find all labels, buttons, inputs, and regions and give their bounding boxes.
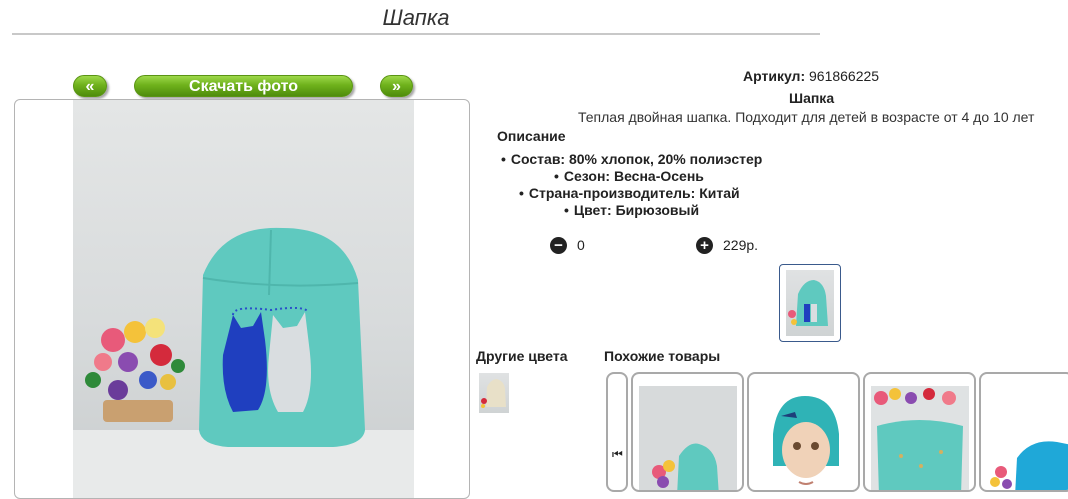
spec-item: • Состав: 80% хлопок, 20% полиэстер: [501, 151, 763, 167]
next-photo-button[interactable]: »: [380, 75, 413, 97]
skip-back-icon: ⏮: [612, 447, 623, 461]
other-color-thumbnail[interactable]: [479, 373, 509, 413]
other-colors-heading: Другие цвета: [476, 348, 568, 364]
spec-item: • Цвет: Бирюзовый: [564, 202, 700, 218]
page-title: Шапка: [382, 5, 450, 30]
hat-photo-illustration: [73, 227, 414, 498]
spec-text: Цвет: Бирюзовый: [573, 202, 700, 218]
spec-item: • Страна-производитель: Китай: [519, 185, 740, 201]
quantity-control: −0: [550, 235, 585, 254]
spec-text: Сезон: Весна-Осень: [563, 168, 704, 184]
similar-product-card[interactable]: [863, 372, 976, 492]
spec-text: Состав: 80% хлопок, 20% полиэстер: [510, 151, 763, 167]
spec-text: Страна-производитель: Китай: [528, 185, 740, 201]
minus-icon[interactable]: −: [550, 236, 567, 254]
title-divider: [12, 33, 820, 35]
similar-product-card[interactable]: [979, 372, 1068, 492]
price: 229р.: [723, 237, 759, 254]
similar-product-image: [755, 386, 853, 490]
similar-products-heading: Похожие товары: [604, 348, 721, 364]
photo-frame: [14, 99, 470, 499]
other-color-image: [481, 379, 506, 408]
quantity-value: 0: [577, 237, 585, 254]
similar-product-image: [639, 386, 737, 490]
plus-icon[interactable]: +: [696, 236, 713, 254]
selected-photo-thumbnail[interactable]: [779, 264, 841, 342]
similar-product-image: [871, 386, 969, 490]
carousel-prev-button[interactable]: ⏮: [606, 372, 628, 492]
sku: Артикул: 961866225: [743, 68, 879, 84]
similar-product-card[interactable]: [747, 372, 860, 492]
product-short-description: Теплая двойная шапка. Подходит для детей…: [578, 109, 1035, 125]
thumbnail-hat-image: [788, 280, 828, 326]
sku-label: Артикул:: [743, 68, 806, 84]
description-heading: Описание: [497, 128, 566, 144]
prev-photo-button[interactable]: «: [73, 75, 107, 97]
similar-product-card[interactable]: [631, 372, 744, 492]
flowers-decoration: [85, 318, 185, 422]
price-control: +229р.: [696, 235, 758, 254]
product-name: Шапка: [789, 90, 835, 106]
similar-product-image: [987, 386, 1068, 490]
product-photo[interactable]: [73, 100, 414, 498]
download-photo-button[interactable]: Скачать фото: [134, 75, 353, 97]
sku-value: 961866225: [809, 68, 880, 84]
spec-item: • Сезон: Весна-Осень: [554, 168, 704, 184]
